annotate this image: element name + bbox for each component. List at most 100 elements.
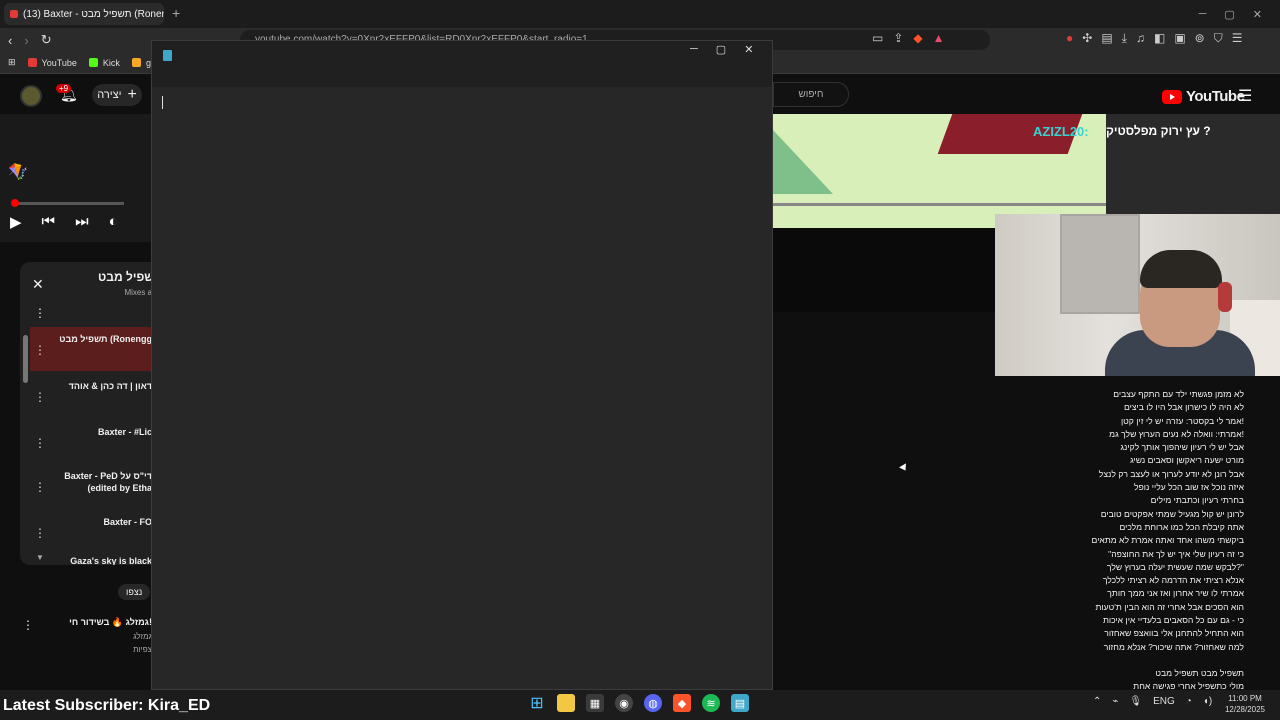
language-indicator[interactable]: ENG — [1153, 696, 1175, 707]
wallet-icon[interactable]: ▣ — [1174, 31, 1185, 46]
extensions-icon[interactable]: ✣ — [1082, 31, 1092, 46]
playlist-close-icon[interactable]: ✕ — [32, 276, 44, 293]
discord-icon[interactable]: ◍ — [644, 694, 662, 712]
notepad-taskbar-icon[interactable]: ▤ — [731, 694, 749, 712]
progress-bar[interactable] — [12, 202, 124, 205]
list-item-title: תשפיל מבט (Ronengg — [59, 334, 152, 344]
search-input[interactable]: חיפוש — [773, 82, 849, 107]
progress-knob[interactable] — [11, 199, 19, 207]
playlist-subtitle: Mixes a — [124, 288, 152, 297]
download-icon[interactable]: ⤓ — [1122, 31, 1127, 46]
scroll-down-icon[interactable]: ▼ — [30, 553, 50, 565]
windows-start-icon[interactable]: ⊞ — [528, 694, 546, 712]
webcam-headset — [1218, 282, 1232, 312]
more-icon[interactable]: ⋮ — [30, 464, 50, 508]
clock[interactable]: 11:00 PM 12/28/2025 — [1222, 693, 1268, 715]
list-item[interactable]: ⋮ Baxter - FO — [30, 510, 152, 554]
brave-shield-icon[interactable]: ◆ — [913, 31, 922, 45]
more-icon[interactable]: ⋮ — [30, 374, 50, 418]
video-scene-line — [773, 203, 1106, 206]
obs-icon[interactable]: ◉ — [615, 694, 633, 712]
list-item[interactable]: ▼ Gaza's sky is black — [30, 553, 152, 565]
record-icon[interactable]: ● — [1066, 31, 1073, 46]
list-item-title: Gaza's sky is black — [70, 556, 152, 565]
brave-icon[interactable]: ◆ — [673, 694, 691, 712]
store-icon[interactable]: ▦ — [586, 694, 604, 712]
close-icon[interactable]: ✕ — [744, 43, 753, 56]
player-controls: ▶ ⏮ ⏭ ◐ — [10, 213, 118, 231]
tray-chevron-icon[interactable]: ⌃ — [1093, 696, 1101, 707]
list-item[interactable]: ⋮ תשפיל מבט (Ronengg — [30, 327, 152, 371]
file-explorer-icon[interactable] — [557, 694, 575, 712]
lyrics-line: לא מזמן פגשתי ילד עם התקף עצבים — [1113, 389, 1244, 399]
clock-date: 12/28/2025 — [1224, 705, 1266, 714]
lyrics-line: אבל יש לי רעיון שיהפוך אותך לקינג — [1120, 442, 1244, 453]
bookmark-youtube[interactable]: YouTube — [27, 58, 77, 68]
youtube-logo-text: YouTube — [1186, 88, 1245, 105]
browser-tab[interactable]: (13) Baxter - תשפיל מבט (Ronen ✕ — [4, 3, 164, 25]
volume-icon[interactable]: ◐ — [109, 213, 118, 231]
tabs-icon[interactable]: ▤ — [1101, 31, 1112, 46]
lyrics-line: אמר לי בקסטר: עזרה יש לי זין קטן! — [1120, 415, 1244, 426]
lyrics-line: ביקשתי משהו אחד ואתה אמרת לא מתאים — [1091, 535, 1244, 546]
cast-icon[interactable]: ▭ — [872, 31, 883, 45]
more-icon[interactable]: ⋮ — [30, 327, 50, 371]
list-item[interactable]: ⋮ Baxter - #Lic — [30, 420, 152, 464]
shield-icon[interactable]: ⛉ — [1214, 31, 1223, 46]
next-icon[interactable]: ⏭ — [75, 213, 89, 231]
more-icon[interactable]: ⋮ — [30, 510, 50, 554]
microphone-icon[interactable]: 🎙︎ — [1129, 696, 1142, 707]
rewards-icon[interactable]: ▲ — [933, 31, 945, 45]
more-icon[interactable]: ⋮ — [22, 618, 34, 632]
suggestion-channel: גמזלג — [133, 632, 152, 641]
browser-tab-bar — [0, 0, 1280, 28]
chat-message: עץ ירוק מפלסטיק ? — [1106, 124, 1211, 138]
youtube-logo[interactable]: YouTube — [1162, 88, 1245, 105]
close-icon[interactable]: ✕ — [1253, 8, 1262, 21]
minimize-icon[interactable]: ─ — [690, 43, 698, 56]
maximize-icon[interactable]: ▢ — [1224, 8, 1234, 21]
maximize-icon[interactable]: ▢ — [716, 43, 726, 56]
menu-icon[interactable]: ☰ — [1232, 31, 1243, 46]
avatar[interactable] — [20, 85, 42, 107]
lyrics-line: למה שאחזור? אתה שיכור? אנלא מחזור — [1103, 641, 1244, 652]
play-icon[interactable]: ▶ — [10, 213, 22, 231]
forward-icon[interactable]: › — [24, 33, 28, 48]
more-icon[interactable]: ⋮ — [30, 420, 50, 464]
list-item-title: Baxter - #Lic — [97, 427, 152, 437]
spotify-icon[interactable]: ≋ — [702, 694, 720, 712]
create-button[interactable]: יצירה + — [92, 84, 142, 106]
list-item[interactable]: ⋮ דאון | דה כהן & אוהד — [30, 374, 152, 418]
notepad-window[interactable] — [151, 40, 773, 690]
network-icon[interactable]: ⌁ — [1112, 696, 1118, 707]
share-icon[interactable]: ⇪ — [893, 31, 903, 45]
playlist-scrollbar[interactable] — [23, 335, 28, 383]
new-tab-button[interactable]: + — [172, 5, 180, 21]
sidebar-icon[interactable]: ◧ — [1154, 31, 1165, 46]
minimize-icon[interactable]: ─ — [1199, 8, 1207, 20]
lyrics-text: לא מזמן פגשתי ילד עם התקף עצבים לא היה לו… — [1040, 388, 1244, 654]
bookmark-kick[interactable]: Kick — [88, 58, 120, 68]
system-tray: ⌃ ⌁ 🎙︎ ENG ◔ ◖) — [1093, 696, 1212, 707]
list-item[interactable]: ⋮ Baxter - PeD די"ס על (edited by Etha — [30, 464, 152, 508]
hamburger-menu-icon[interactable]: ☰ — [1238, 86, 1252, 106]
mouse-cursor-icon — [899, 463, 909, 473]
list-item-title: Baxter - PeD די"ס על (edited by Etha — [64, 471, 152, 493]
volume-icon[interactable]: ◖) — [1203, 696, 1212, 707]
vpn-icon[interactable]: ⊚ — [1195, 31, 1205, 46]
music-icon[interactable]: ♫ — [1136, 31, 1145, 46]
reload-icon[interactable]: ↻ — [41, 32, 52, 48]
lyrics-line: לרונן יש קול מגעיל שמתי אפקטים טובים — [1100, 508, 1244, 519]
playlist-menu-icon[interactable]: ⋮ — [34, 306, 46, 320]
back-icon[interactable]: ‹ — [8, 33, 12, 48]
suggestion-title[interactable]: גמזלג 🔥 בשידור חי! — [60, 617, 152, 628]
bookmark-g[interactable]: g — [131, 58, 151, 68]
apps-grid-icon[interactable]: ⊞ — [8, 57, 16, 68]
wifi-icon[interactable]: ◔ — [1186, 696, 1192, 707]
watched-chip[interactable]: נצפו — [118, 584, 151, 600]
notepad-titlebar[interactable] — [152, 41, 772, 87]
tab-title: (13) Baxter - תשפיל מבט (Ronen — [23, 8, 164, 20]
text-caret — [162, 96, 163, 109]
kick-icon — [88, 58, 98, 67]
previous-icon[interactable]: ⏮ — [42, 213, 56, 231]
